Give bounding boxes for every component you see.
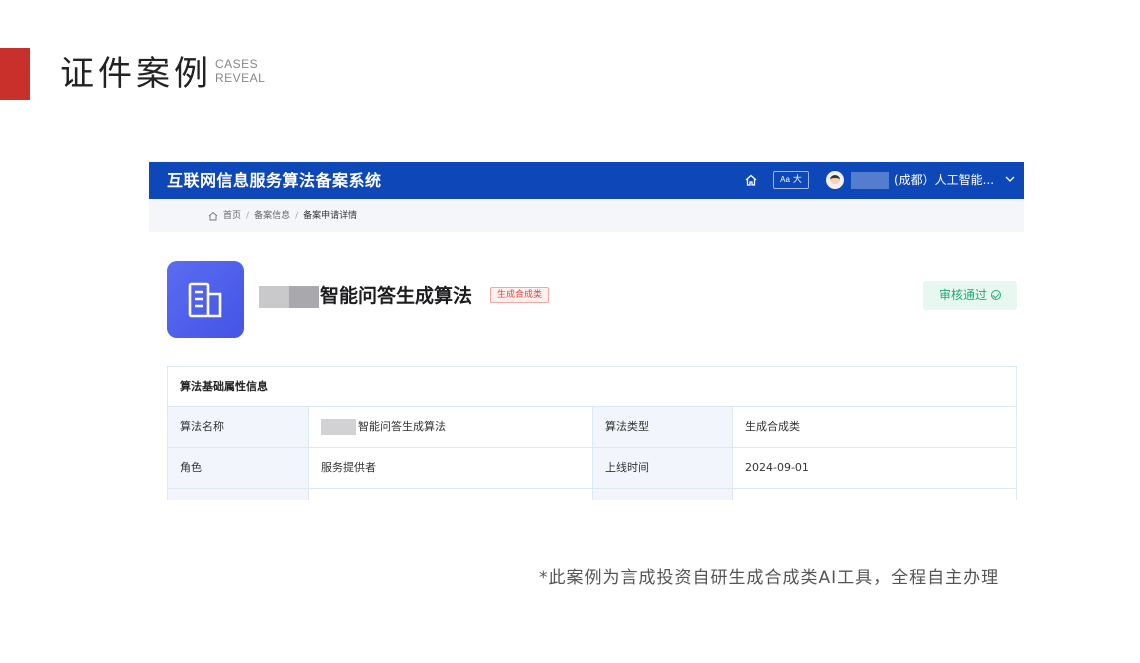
screenshot-panel: 互联网信息服务算法备案系统 Aa 大 (成都）人工智能... 首页 / 备案信息… (149, 162, 1024, 500)
table-row: 角色 服务提供者 上线时间 2024-09-01 (168, 448, 1016, 489)
algorithm-avatar (167, 261, 244, 338)
breadcrumb-separator: / (246, 211, 250, 221)
algorithm-info-table: 算法基础属性信息 算法名称 智能问答生成算法 算法类型 生成合成类 角色 服务提… (167, 366, 1017, 500)
table-value: 服务提供者 (309, 448, 593, 488)
font-size-button[interactable]: Aa 大 (773, 171, 809, 189)
algorithm-name-value: 智能问答生成算法 (358, 420, 446, 433)
slide-title: 证件案例 (60, 54, 212, 94)
home-icon[interactable] (744, 173, 758, 187)
algorithm-type-tag: 生成合成类 (490, 287, 550, 303)
redacted-username (851, 172, 889, 189)
font-size-large-label: 大 (792, 175, 802, 185)
breadcrumb-home-icon[interactable] (208, 211, 218, 221)
breadcrumb-item-current: 备案申请详情 (303, 211, 358, 221)
status-label: 审核通过 (938, 288, 987, 302)
slide-subtitle-line2: REVEAL (215, 71, 266, 85)
table-label (593, 489, 733, 500)
app-header: 互联网信息服务算法备案系统 Aa 大 (成都）人工智能... (149, 162, 1024, 199)
avatar-icon[interactable] (826, 171, 844, 189)
breadcrumb-item-home[interactable]: 首页 (223, 210, 241, 222)
table-label: 算法类型 (593, 407, 733, 447)
breadcrumb: 首页 / 备案信息 / 备案申请详情 (208, 210, 357, 222)
slide-subtitle: CASES REVEAL (215, 57, 265, 85)
table-value: 2024-09-01 (745, 461, 809, 474)
table-value: 智能问答生成算法 (309, 407, 593, 447)
check-circle-icon (991, 290, 1001, 300)
font-size-small-label: Aa (780, 175, 790, 184)
table-label: 算法名称 (168, 407, 309, 447)
breadcrumb-item-filing-info[interactable]: 备案信息 (254, 210, 290, 222)
slide-subtitle-line1: CASES (215, 57, 259, 71)
redacted-prefix (321, 419, 356, 435)
table-label: 角色 (168, 448, 309, 488)
footnote: *此案例为言成投资自研生成合成类AI工具，全程自主办理 (539, 568, 1000, 588)
user-org-label[interactable]: (成都）人工智能... (894, 172, 994, 189)
table-label: 上线时间 (593, 448, 733, 488)
redacted-company-name (259, 286, 319, 308)
status-badge: 审核通过 (923, 281, 1017, 310)
system-title: 互联网信息服务算法备案系统 (167, 171, 382, 190)
breadcrumb-separator: / (295, 211, 299, 221)
chevron-down-icon[interactable] (1004, 173, 1016, 185)
table-value (733, 489, 1016, 500)
table-value: 生成合成类 (745, 420, 800, 433)
algorithm-title: 智能问答生成算法 (320, 285, 473, 307)
breadcrumb-bar: 首页 / 备案信息 / 备案申请详情 (149, 199, 1024, 232)
table-row: 算法名称 智能问答生成算法 算法类型 生成合成类 (168, 407, 1016, 448)
table-row (168, 489, 1016, 500)
slide-accent-bar (0, 48, 30, 100)
table-label (168, 489, 309, 500)
building-icon (188, 282, 222, 318)
table-heading: 算法基础属性信息 (168, 367, 1016, 407)
table-value (309, 489, 593, 500)
